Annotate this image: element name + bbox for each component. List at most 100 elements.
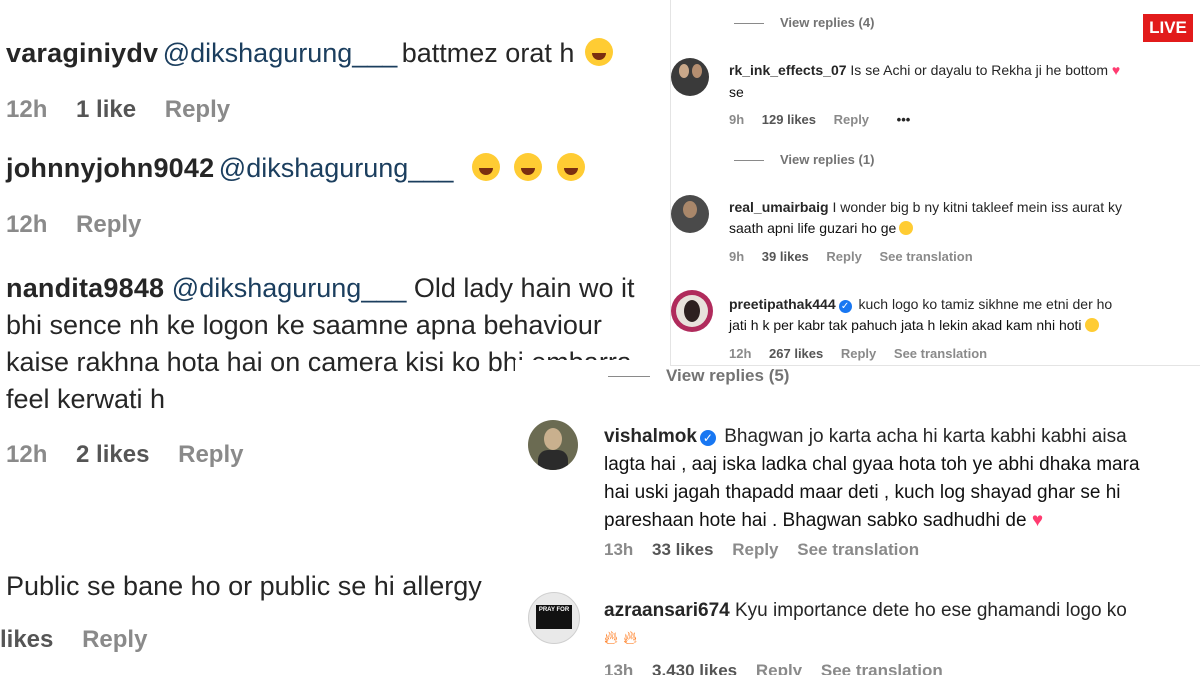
comment-johnnyjohn9042: johnnyjohn9042 @dikshagurung___ [6, 153, 585, 184]
comment-time: 12h [729, 346, 752, 361]
comment-time: 13h [604, 661, 634, 675]
comment-text: I wonder big b ny kitni takleef mein iss… [832, 199, 1122, 215]
comment-text-line: bhi sence nh ke logon ke saamne apna beh… [6, 310, 602, 340]
comment-likes[interactable]: 267 likes [769, 346, 823, 361]
rofl-emoji-icon [471, 153, 500, 181]
comment-time: 12h [6, 96, 48, 123]
avatar[interactable] [528, 420, 578, 470]
view-replies-button[interactable]: View replies (1) [734, 152, 874, 167]
avatar[interactable]: PRAY FOR [528, 592, 580, 644]
heart-emoji-icon: ♥ [1111, 62, 1121, 78]
reply-button[interactable]: Reply [826, 249, 861, 264]
live-badge: LIVE [1142, 13, 1194, 43]
divider-line [608, 376, 650, 378]
comment-username[interactable]: azraansari674 [604, 600, 730, 621]
comment-text: battmez orat h [401, 38, 575, 68]
comment-username[interactable]: rk_ink_effects_07 [729, 62, 847, 78]
reply-button[interactable]: Reply [834, 112, 869, 127]
comment-text: jati h k per kabr tak pahuch jata h leki… [729, 317, 1082, 333]
verified-badge-icon: ✓ [838, 300, 852, 313]
comment-time: 12h [6, 211, 48, 238]
avatar-body-shape [538, 450, 568, 470]
comment-meta: 12h 267 likes Reply See translation [729, 346, 1001, 361]
avatar-face-shape [683, 201, 697, 218]
view-replies-button[interactable]: View replies (5) [608, 366, 789, 386]
reply-button[interactable]: Reply [841, 346, 876, 361]
comment-text: Kyu importance dete ho ese ghamandi logo… [735, 600, 1127, 621]
comment-azraansari674: azraansari674 Kyu importance dete ho ese… [604, 597, 1127, 653]
comment-mention[interactable]: @dikshagurung___ [219, 153, 454, 183]
comment-likes[interactable]: 129 likes [762, 112, 816, 127]
comment-meta: 13h 33 likes Reply See translation [604, 540, 933, 560]
comment-text-continued: se [729, 84, 744, 100]
divider-line [734, 23, 764, 25]
comment-time: 9h [729, 249, 745, 264]
view-replies-label: View replies (1) [780, 152, 875, 167]
comment-username[interactable]: johnnyjohn9042 [6, 153, 214, 183]
right-top-comments-panel: View replies (4) rk_ink_effects_07 Is se… [670, 0, 1200, 366]
laughing-emoji-icon [584, 38, 613, 66]
see-translation-link[interactable]: See translation [821, 661, 943, 675]
comment-rk-ink-effects: rk_ink_effects_07 Is se Achi or dayalu t… [729, 62, 1120, 78]
comment-text-line: pareshaan hote hai . Bhagwan sabko sadhu… [604, 510, 1027, 531]
see-translation-link[interactable]: See translation [894, 346, 987, 361]
comment-time: 13h [604, 540, 634, 559]
comment-text: kuch logo ko tamiz sikhne me etni der ho [858, 296, 1113, 312]
comment-real-umairbaig: real_umairbaig I wonder big b ny kitni t… [729, 199, 1122, 215]
verified-badge-icon: ✓ [699, 430, 716, 446]
comment-likes[interactable]: likes [0, 626, 53, 653]
view-replies-label: View replies (4) [780, 15, 875, 30]
comment-text-line: Old lady hain wo it [413, 273, 635, 303]
avatar[interactable] [671, 195, 709, 233]
avatar-face-shape [679, 64, 689, 78]
view-replies-button[interactable]: View replies (4) [734, 15, 874, 30]
comment-likes[interactable]: 1 like [76, 96, 136, 123]
comment-vishalmok: vishalmok ✓ Bhagwan jo karta acha hi kart… [604, 423, 1140, 535]
view-replies-label: View replies (5) [666, 366, 790, 385]
avatar-face-shape [684, 300, 700, 322]
comment-text-continued: jati h k per kabr tak pahuch jata h leki… [729, 317, 1099, 333]
comment-mention[interactable]: @dikshagurung___ [163, 38, 398, 68]
comment-username[interactable]: preetipathak444 [729, 296, 836, 312]
comment-username[interactable]: nandita9848 [6, 273, 164, 303]
comment-meta: 9h 129 likes Reply ••• [729, 112, 924, 127]
reply-button[interactable]: Reply [756, 661, 802, 675]
divider-line [734, 160, 764, 162]
avatar-face-shape [544, 428, 562, 450]
comment-public: Public se bane ho or public se hi allerg… [6, 571, 482, 602]
comment-text-line: lagta hai , aaj iska ladka chal gyaa hot… [604, 454, 1140, 475]
reply-button[interactable]: Reply [732, 540, 778, 559]
comment-meta: 12h 2 likes Reply [6, 441, 265, 469]
rofl-emoji-icon [556, 153, 585, 181]
reply-button[interactable]: Reply [82, 626, 147, 653]
reply-button[interactable]: Reply [178, 441, 243, 468]
comment-username[interactable]: varaginiydv [6, 38, 158, 68]
comment-meta: 9h 39 likes Reply See translation [729, 249, 987, 264]
comment-likes[interactable]: 33 likes [652, 540, 713, 559]
see-translation-link[interactable]: See translation [797, 540, 919, 559]
avatar[interactable] [671, 290, 713, 332]
reply-button[interactable]: Reply [165, 96, 230, 123]
comment-username[interactable]: real_umairbaig [729, 199, 829, 215]
comment-text: Public se bane ho or public se hi allerg… [6, 571, 482, 601]
comment-likes[interactable]: 3,430 likes [652, 661, 737, 675]
see-translation-link[interactable]: See translation [879, 249, 972, 264]
comment-time: 12h [6, 441, 48, 468]
avatar-face-shape [692, 64, 702, 78]
flushed-emoji-icon [899, 221, 914, 235]
comment-time: 9h [729, 112, 745, 127]
reply-button[interactable]: Reply [76, 211, 141, 238]
more-options-icon[interactable]: ••• [897, 112, 911, 127]
avatar[interactable] [671, 58, 709, 96]
comment-meta: 13h 3,430 likes Reply See translation [604, 661, 957, 675]
comment-text: Is se Achi or dayalu to Rekha ji he bott… [850, 62, 1109, 78]
comment-mention[interactable]: @dikshagurung___ [172, 273, 407, 303]
comment-likes[interactable]: 39 likes [762, 249, 809, 264]
comment-text-continued: saath apni life guzari ho ge [729, 220, 914, 236]
comment-username[interactable]: vishalmok [604, 426, 697, 447]
avatar-text: PRAY FOR [538, 607, 570, 613]
comment-meta: 12h 1 like Reply [6, 96, 252, 124]
comment-meta: likes Reply [0, 626, 169, 654]
comment-likes[interactable]: 2 likes [76, 441, 149, 468]
fire-emoji-icon: 🔥︎ [604, 628, 618, 649]
